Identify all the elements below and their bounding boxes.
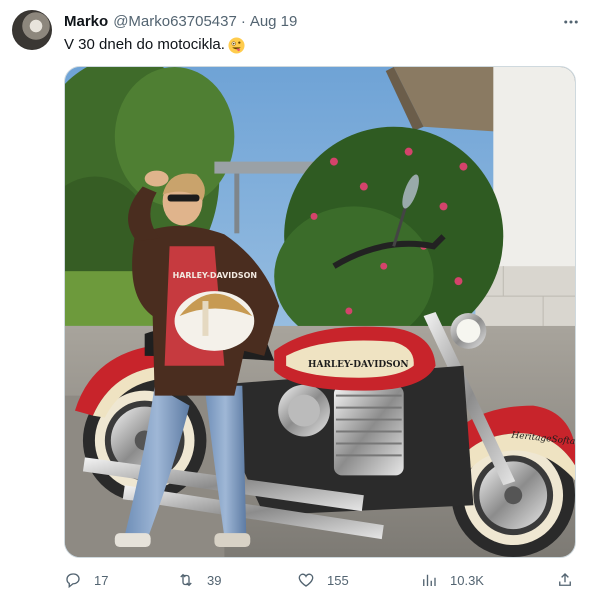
reply-count: 17 [94, 572, 109, 588]
zany-face-emoji [228, 36, 245, 54]
motorcycle-photo: HeritageSoftail HARLEY-DAVIDSON HARLEY-D… [65, 67, 575, 557]
retweet-button[interactable]: 39 [177, 566, 221, 594]
share-icon [559, 573, 571, 586]
shirt-print: HARLEY-DAVIDSON [173, 271, 257, 280]
display-name[interactable]: Marko [64, 12, 108, 32]
tweet-actions: 17 39 155 10.3K [64, 566, 576, 594]
more-icon [564, 20, 578, 24]
tweet-header: Marko @Marko63705437 · Aug 19 [64, 12, 584, 32]
tweet-date[interactable]: Aug 19 [250, 12, 298, 32]
reply-button[interactable]: 17 [64, 566, 108, 594]
retweet-count: 39 [207, 572, 222, 588]
tweet-card[interactable]: Marko @Marko63705437 · Aug 19 V 30 dneh … [0, 0, 596, 606]
like-count: 155 [327, 572, 349, 588]
tweet-text-row: V 30 dneh do motocikla. [64, 35, 245, 55]
like-button[interactable]: 155 [297, 566, 349, 594]
views-button[interactable]: 10.3K [420, 566, 484, 594]
more-options-button[interactable] [560, 12, 582, 32]
like-icon [298, 573, 314, 587]
user-handle[interactable]: @Marko63705437 [113, 12, 237, 32]
tank-logo: HARLEY-DAVIDSON [308, 360, 409, 370]
share-button[interactable] [556, 566, 574, 594]
avatar[interactable] [12, 10, 52, 50]
tweet-text: V 30 dneh do motocikla. [64, 36, 225, 53]
separator-dot: · [240, 13, 246, 30]
retweet-icon [180, 573, 192, 587]
views-icon [423, 574, 436, 586]
reply-icon [66, 573, 80, 589]
views-count: 10.3K [450, 572, 484, 588]
tweet-photo[interactable]: HeritageSoftail HARLEY-DAVIDSON HARLEY-D… [64, 66, 576, 558]
